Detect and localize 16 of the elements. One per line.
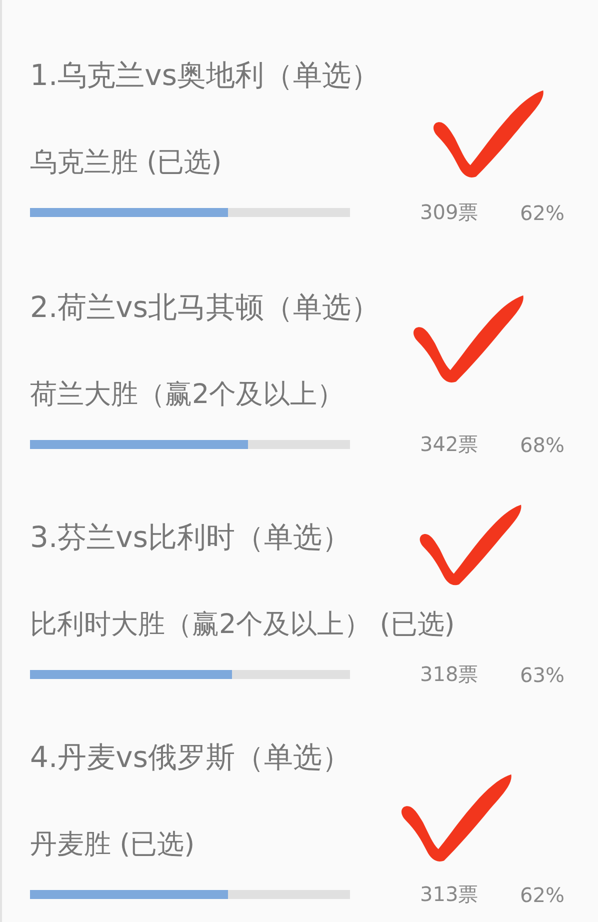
vote-percent: 68% [520, 432, 564, 456]
option-text: 比利时大胜（赢2个及以上） (已选) [30, 608, 456, 642]
option-text: 丹麦胜 (已选) [30, 828, 196, 862]
question-title: 2.荷兰vs北马其顿（单选） [30, 289, 381, 326]
option-text: 荷兰大胜（赢2个及以上） [30, 378, 346, 412]
option-text: 乌克兰胜 (已选) [30, 146, 223, 180]
vote-count: 318票 [420, 661, 480, 688]
vote-count: 342票 [420, 431, 480, 458]
vote-count: 313票 [420, 881, 480, 908]
question-title: 1.乌克兰vs奥地利（单选） [30, 57, 381, 94]
vote-percent: 62% [520, 200, 564, 224]
question-title: 3.芬兰vs比利时（单选） [30, 519, 352, 556]
vote-percent: 62% [520, 882, 564, 906]
vote-count: 309票 [420, 199, 480, 226]
question-title: 4.丹麦vs俄罗斯（单选） [30, 739, 352, 776]
vote-percent: 63% [520, 662, 564, 686]
